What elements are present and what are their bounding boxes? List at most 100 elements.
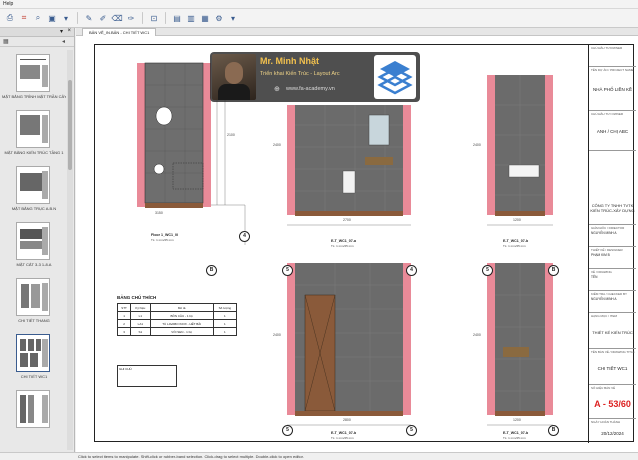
title-block-row: GIÁM ĐỐC / DIRECTOR NGUYỄN MINH A [589, 225, 636, 247]
document-icon[interactable]: ▥ [185, 12, 197, 24]
dimension-label: 2400 [473, 143, 481, 147]
save-icon[interactable]: ▦ [199, 12, 211, 24]
legend-grid: STT Ký hiệu Mô tả Số lượng 1 L1 BỒN CẦU - 1 b… [116, 303, 238, 336]
grid-marker: B [548, 265, 559, 276]
document-tabs: BẢN VẼ_IN.BẢN - CHI TIẾT WC1 [76, 28, 638, 36]
fit-icon[interactable]: ⊡ [148, 12, 160, 24]
grid-marker: 5 [282, 265, 293, 276]
thumbnail-page[interactable]: MẶT BẰNG TRÌNH MẶT TRẦN CÂY 1 [2, 50, 66, 106]
title-block-row: NGÀY HOÀN THÀNH 20/12/2024 [591, 420, 624, 436]
grid-marker: 4 [239, 231, 250, 242]
snapshot-icon[interactable]: ▣ [46, 12, 58, 24]
thumbnail-page[interactable]: MẶT BẰNG KIẾN TRÚC TẦNG 1 [2, 106, 66, 162]
title-block-row: HẠNG MỤC / ITEM THIẾT KẾ KIẾN TRÚC [589, 313, 636, 349]
academy-logo [374, 55, 416, 99]
toolbar-separator [165, 12, 166, 24]
zoom-icon[interactable]: ⌕ [32, 12, 44, 24]
toolbar-separator [142, 12, 143, 24]
grid-marker: B [206, 265, 217, 276]
toolbar-separator [77, 12, 78, 24]
thumbnail-list: MẶT BẰNG TRÌNH MẶT TRẦN CÂY 1 MẶT BẰNG K… [2, 50, 66, 450]
view-label: E-T_WC1_07-b [503, 431, 529, 435]
table-row: 3 S1 VÒI SEN - 1 bộ 1 [116, 327, 238, 336]
thumbnail-scrollbar[interactable] [67, 50, 73, 450]
page-preview [16, 278, 50, 316]
page-preview [16, 390, 50, 428]
thumbnail-label: MẶT BẰNG TRÌNH MẶT TRẦN CÂY 1 [2, 94, 66, 99]
page-preview [16, 54, 50, 92]
page-icon[interactable]: ▤ [171, 12, 183, 24]
close-icon[interactable]: × [67, 28, 71, 34]
thumbnail-panel: ▾ × ▦ ◂ MẶT BẰNG TRÌNH MẶT TRẦN CÂY 1 MẶ… [0, 28, 75, 452]
dimension-label: 2800 [343, 418, 351, 422]
grid-marker: 5 [482, 265, 493, 276]
thumbnail-label: MẶT BẰNG KIẾN TRÚC TẦNG 1 [4, 150, 64, 155]
elevation-view-b2 [287, 263, 411, 426]
grid-marker: 4 [406, 265, 417, 276]
sheet-number-block: SỐ HIỆU BẢN VẼ A - 53/60 [589, 385, 636, 419]
dimension-label: 1200 [513, 418, 521, 422]
grid-view-icon[interactable]: ▦ [3, 38, 9, 45]
dimension-label: 2400 [273, 333, 281, 337]
view-scale: TL: 1 mm/25 mm [331, 436, 354, 440]
dimension-label: 3150 [155, 211, 163, 215]
view-label: E-T_WC1_07-a [331, 239, 356, 243]
presenter-name: Mr. Minh Nhật [260, 56, 319, 66]
thumbnail-label: CHI TIẾT THANG [18, 318, 50, 323]
highlight-icon[interactable]: ✐ [97, 12, 109, 24]
elevation-view-a [287, 105, 411, 226]
thumbnail-page[interactable] [2, 386, 66, 442]
print-icon[interactable]: ⎙ [4, 12, 16, 24]
title-block-row: TÊN DỰ ÁN / PROJECT NAME NHÀ PHỐ LIỀN KỀ [589, 67, 636, 111]
dropdown-icon[interactable]: ▾ [227, 12, 239, 24]
crop-icon[interactable]: ⌗ [18, 12, 30, 24]
thumbnail-page[interactable]: MẶT CẮT 3-3 1-8.A [2, 218, 66, 274]
dimension-label: 2400 [273, 143, 281, 147]
thumbnail-page[interactable]: MẶT BẰNG TRỤC A.B.N [2, 162, 66, 218]
page-preview [16, 166, 50, 204]
note-title: GHI CHÚ [119, 367, 132, 371]
dimension-label: 2400 [473, 333, 481, 337]
legend-title: BẢNG CHÚ THÍCH [117, 295, 157, 300]
collapse-icon[interactable]: ◂ [62, 38, 65, 45]
drawing-sheet: 2400 2400 2400 2400 2700 1200 2100 2100 … [94, 44, 636, 443]
pen-icon[interactable]: ✎ [83, 12, 95, 24]
scrollbar-thumb[interactable] [68, 80, 72, 170]
thumbnail-page-current[interactable]: CHI TIẾT WC1 [2, 330, 66, 386]
view-scale: TL: 1 mm/25 mm [151, 238, 174, 242]
note-box: GHI CHÚ [117, 365, 177, 387]
menu-help[interactable]: Help [3, 1, 13, 7]
page-preview [16, 222, 50, 260]
presenter-subtitle: Triển khai Kiến Trúc - Layout Arc [260, 71, 340, 77]
presenter-overlay: Mr. Minh Nhật Triển khai Kiến Trúc - Lay… [210, 52, 420, 102]
table-row: STT Ký hiệu Mô tả Số lượng [116, 303, 238, 312]
presenter-photo [212, 54, 256, 100]
page-preview [16, 334, 50, 372]
settings-icon[interactable]: ⚙ [213, 12, 225, 24]
view-scale: TL: 1 mm/25 mm [503, 436, 526, 440]
page-preview [16, 110, 50, 148]
title-block-row: TÊN BẢN VẼ / DRAWING TITLE CHI TIẾT WC1 [589, 349, 636, 385]
dimension-label: 1200 [513, 218, 521, 222]
thumbnail-page[interactable]: CHI TIẾT THANG [2, 274, 66, 330]
title-block-row: VẼ / DRAWING TÊN [589, 269, 636, 291]
view-label: E-T_WC1_07-b [331, 431, 357, 435]
company-block: CÔNG TY TNHH TVTK KIẾN TRÚC-XÂY DỰNG [589, 151, 636, 225]
view-scale: TL: 1 mm/25 mm [503, 244, 526, 248]
dropdown-icon[interactable]: ▾ [60, 12, 72, 24]
title-block-row: CHỦ ĐẦU TƯ/OWNER [589, 45, 636, 67]
view-label: E-T_WC1_07-b [503, 239, 529, 243]
thumbnail-label: MẶT BẰNG TRỤC A.B.N [11, 206, 57, 211]
tab-current-drawing[interactable]: BẢN VẼ_IN.BẢN - CHI TIẾT WC1 [82, 28, 157, 36]
pin-icon[interactable]: ▾ [60, 28, 63, 35]
eraser-icon[interactable]: ⌫ [111, 12, 123, 24]
panel-header: ▾ × [0, 28, 74, 37]
table-row: 1 L1 BỒN CẦU - 1 bộ 1 [116, 311, 238, 320]
title-block-row: KIỂM TRA / CHECKED BY NGUYỄN MINH A [589, 291, 636, 313]
dimension-label: 2100 [227, 133, 235, 137]
toolbar: ⎙ ⌗ ⌕ ▣ ▾ ✎ ✐ ⌫ ✑ ⊡ ▤ ▥ ▦ ⚙ ▾ [0, 9, 638, 28]
thumbnail-label: CHI TIẾT WC1 [20, 374, 48, 379]
grid-marker: B [548, 425, 559, 436]
title-block: CHỦ ĐẦU TƯ/OWNER TÊN DỰ ÁN / PROJECT NAM… [588, 45, 636, 443]
markup-icon[interactable]: ✑ [125, 12, 137, 24]
